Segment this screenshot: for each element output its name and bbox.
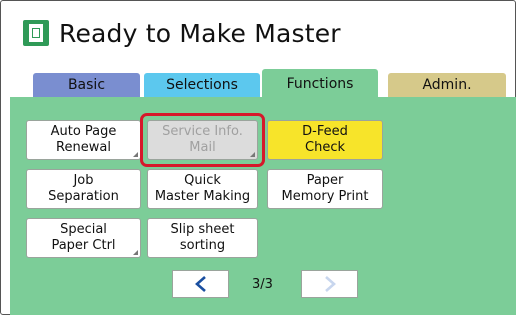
tab-admin[interactable]: Admin. <box>388 73 506 97</box>
screen-frame: Ready to Make Master Basic Selections Ad… <box>0 0 516 315</box>
special-paper-ctrl-button[interactable]: Special Paper Ctrl <box>26 218 141 258</box>
d-feed-check-button[interactable]: D-Feed Check <box>267 120 383 160</box>
page-indicator: 3/3 <box>252 277 273 292</box>
slip-sheet-sorting-button[interactable]: Slip sheet sorting <box>147 218 258 258</box>
job-separation-button[interactable]: Job Separation <box>26 169 141 209</box>
master-icon <box>23 20 49 46</box>
auto-page-renewal-button[interactable]: Auto Page Renewal <box>26 120 141 160</box>
service-info-mail-button[interactable]: Service Info. Mail <box>147 120 258 160</box>
tab-functions[interactable]: Functions <box>262 69 378 97</box>
header: Ready to Make Master <box>23 15 341 51</box>
quick-master-making-button[interactable]: Quick Master Making <box>147 169 258 209</box>
prev-page-button[interactable] <box>172 270 229 298</box>
tab-selections[interactable]: Selections <box>144 73 260 97</box>
next-page-button[interactable] <box>301 270 358 298</box>
paper-memory-print-button[interactable]: Paper Memory Print <box>267 169 383 209</box>
chevron-left-icon <box>194 276 206 292</box>
tab-basic[interactable]: Basic <box>33 73 140 97</box>
chevron-right-icon <box>324 276 336 292</box>
page-title: Ready to Make Master <box>59 18 341 48</box>
